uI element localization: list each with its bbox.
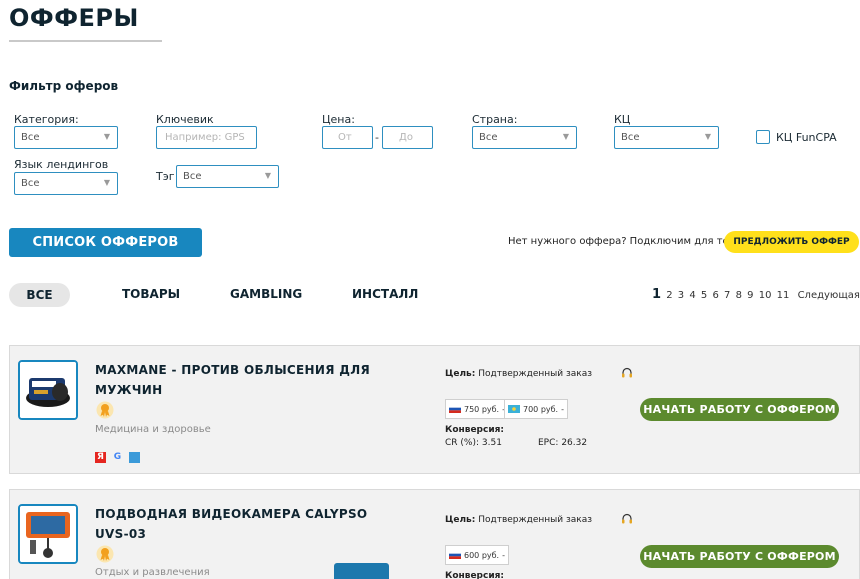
page-link[interactable]: 10 (759, 290, 772, 301)
offers-list-button[interactable]: СПИСОК ОФФЕРОВ (9, 228, 202, 257)
page-link[interactable]: 4 (689, 290, 695, 301)
page-link[interactable]: 11 (777, 290, 790, 301)
kc-select-value: Все (621, 132, 640, 143)
kc-select[interactable]: Все ▼ (614, 126, 719, 149)
price-suffix: - (561, 404, 564, 414)
page-link[interactable]: 2 (666, 290, 672, 301)
pagination: 1 2 3 4 5 6 7 8 9 10 11 Следующая > (652, 287, 860, 302)
offer-thumbnail[interactable] (18, 360, 78, 420)
start-offer-button[interactable]: НАЧАТЬ РАБОТУ С ОФФЕРОМ (640, 398, 839, 421)
cr-stat: CR (%): 3.51 (445, 438, 502, 448)
chevron-down-icon: ▼ (704, 132, 711, 141)
country-select[interactable]: Все ▼ (472, 126, 577, 149)
title-underline (9, 40, 162, 42)
headset-icon (622, 367, 632, 378)
offer-card: MAXMANE - ПРОТИВ ОБЛЫСЕНИЯ ДЛЯ МУЖЧИН Ме… (9, 345, 860, 474)
headset-icon (622, 513, 632, 524)
flag-ru-icon (449, 405, 461, 413)
price-label: Цена: (322, 113, 355, 126)
page-link[interactable]: 8 (736, 290, 742, 301)
page-current[interactable]: 1 (652, 287, 661, 302)
goal-value: Подтвержденный заказ (478, 515, 593, 525)
offer-card: ПОДВОДНАЯ ВИДЕОКАМЕРА CALYPSO UVS-03 Отд… (9, 489, 860, 579)
tab-all[interactable]: ВСЕ (9, 283, 70, 307)
tag-label: Тэг (156, 170, 175, 183)
conversion-label: Конверсия: (445, 425, 504, 435)
chevron-down-icon: ▼ (264, 171, 271, 180)
filter-title: Фильтр оферов (9, 79, 119, 93)
category-select[interactable]: Все ▼ (14, 126, 118, 149)
page-link[interactable]: 3 (678, 290, 684, 301)
price-suffix: - (502, 550, 505, 560)
yandex-icon: Я (95, 452, 106, 463)
landing-lang-select-value: Все (21, 178, 40, 189)
price-chip: 600 руб. - (445, 545, 509, 565)
offer-category: Медицина и здоровье (95, 424, 211, 435)
tab-goods[interactable]: ТОВАРЫ (122, 287, 180, 301)
traffic-sources: Я G (95, 452, 140, 463)
price-amount: 700 руб. (523, 404, 559, 414)
country-label: Страна: (472, 113, 518, 126)
suggest-offer-button[interactable]: ПРЕДЛОЖИТЬ ОФФЕР (724, 231, 859, 253)
keyword-input[interactable]: Например: GPS (156, 126, 257, 149)
tab-install[interactable]: ИНСТАЛЛ (352, 287, 418, 301)
price-from-input[interactable]: От (322, 126, 373, 149)
offer-title[interactable]: MAXMANE - ПРОТИВ ОБЛЫСЕНИЯ ДЛЯ МУЖЧИН (95, 360, 375, 400)
page-link[interactable]: 9 (747, 290, 753, 301)
kc-funcpa-label: КЦ FunCPA (776, 131, 837, 144)
price-amount: 750 руб. (464, 404, 500, 414)
medal-icon (96, 545, 114, 563)
cr-value: 3.51 (481, 438, 502, 448)
price-amount: 600 руб. (464, 550, 500, 560)
product-image-icon (20, 506, 76, 562)
epc-value: 26.32 (561, 438, 588, 448)
landing-lang-select[interactable]: Все ▼ (14, 172, 118, 195)
offer-title[interactable]: ПОДВОДНАЯ ВИДЕОКАМЕРА CALYPSO UVS-03 (95, 504, 375, 544)
conversion-label: Конверсия: (445, 571, 504, 579)
price-separator: - (375, 131, 379, 144)
offer-thumbnail[interactable] (18, 504, 78, 564)
kc-label: КЦ (614, 113, 631, 126)
landing-lang-label: Язык лендингов (14, 158, 109, 171)
price-chip: 750 руб. - (445, 399, 509, 419)
goal-label: Цель: (445, 369, 476, 379)
facebook-icon (129, 452, 140, 463)
price-to-input[interactable]: До (382, 126, 433, 149)
kc-funcpa-checkbox[interactable] (756, 130, 770, 144)
product-image-icon (20, 362, 76, 418)
goal-label: Цель: (445, 515, 476, 525)
conversion-title: Конверсия: (445, 425, 505, 435)
partner-badge-image (334, 563, 389, 579)
no-offer-text: Нет нужного оффера? Подключим для тебя (508, 236, 741, 247)
flag-kz-icon (508, 405, 520, 413)
cr-label: CR (%): (445, 438, 480, 448)
tag-select-value: Все (183, 171, 202, 182)
next-page-link[interactable]: Следующая (798, 290, 860, 301)
epc-stat: EPC: 26.32 (538, 438, 587, 448)
chevron-down-icon: ▼ (562, 132, 569, 141)
conversion-title: Конверсия: (445, 571, 505, 579)
page-title: ОФФЕРЫ (9, 4, 139, 32)
chevron-down-icon: ▼ (103, 178, 110, 187)
category-label: Категория: (14, 113, 79, 126)
tag-select[interactable]: Все ▼ (176, 165, 279, 188)
page-link[interactable]: 6 (712, 290, 718, 301)
page-link[interactable]: 7 (724, 290, 730, 301)
google-icon: G (113, 452, 122, 462)
medal-icon (96, 401, 114, 419)
flag-ru-icon (449, 551, 461, 559)
category-select-value: Все (21, 132, 40, 143)
offer-goal: Цель: Подтвержденный заказ (445, 515, 592, 525)
epc-label: EPC: (538, 438, 559, 448)
tab-gambling[interactable]: GAMBLING (230, 287, 302, 301)
offer-category: Отдых и развлечения (95, 567, 210, 578)
goal-value: Подтвержденный заказ (478, 369, 593, 379)
keyword-label: Ключевик (156, 113, 214, 126)
offer-goal: Цель: Подтвержденный заказ (445, 369, 592, 379)
price-chip: 700 руб. - (504, 399, 568, 419)
chevron-down-icon: ▼ (103, 132, 110, 141)
page-link[interactable]: 5 (701, 290, 707, 301)
start-offer-button[interactable]: НАЧАТЬ РАБОТУ С ОФФЕРОМ (640, 545, 839, 568)
country-select-value: Все (479, 132, 498, 143)
